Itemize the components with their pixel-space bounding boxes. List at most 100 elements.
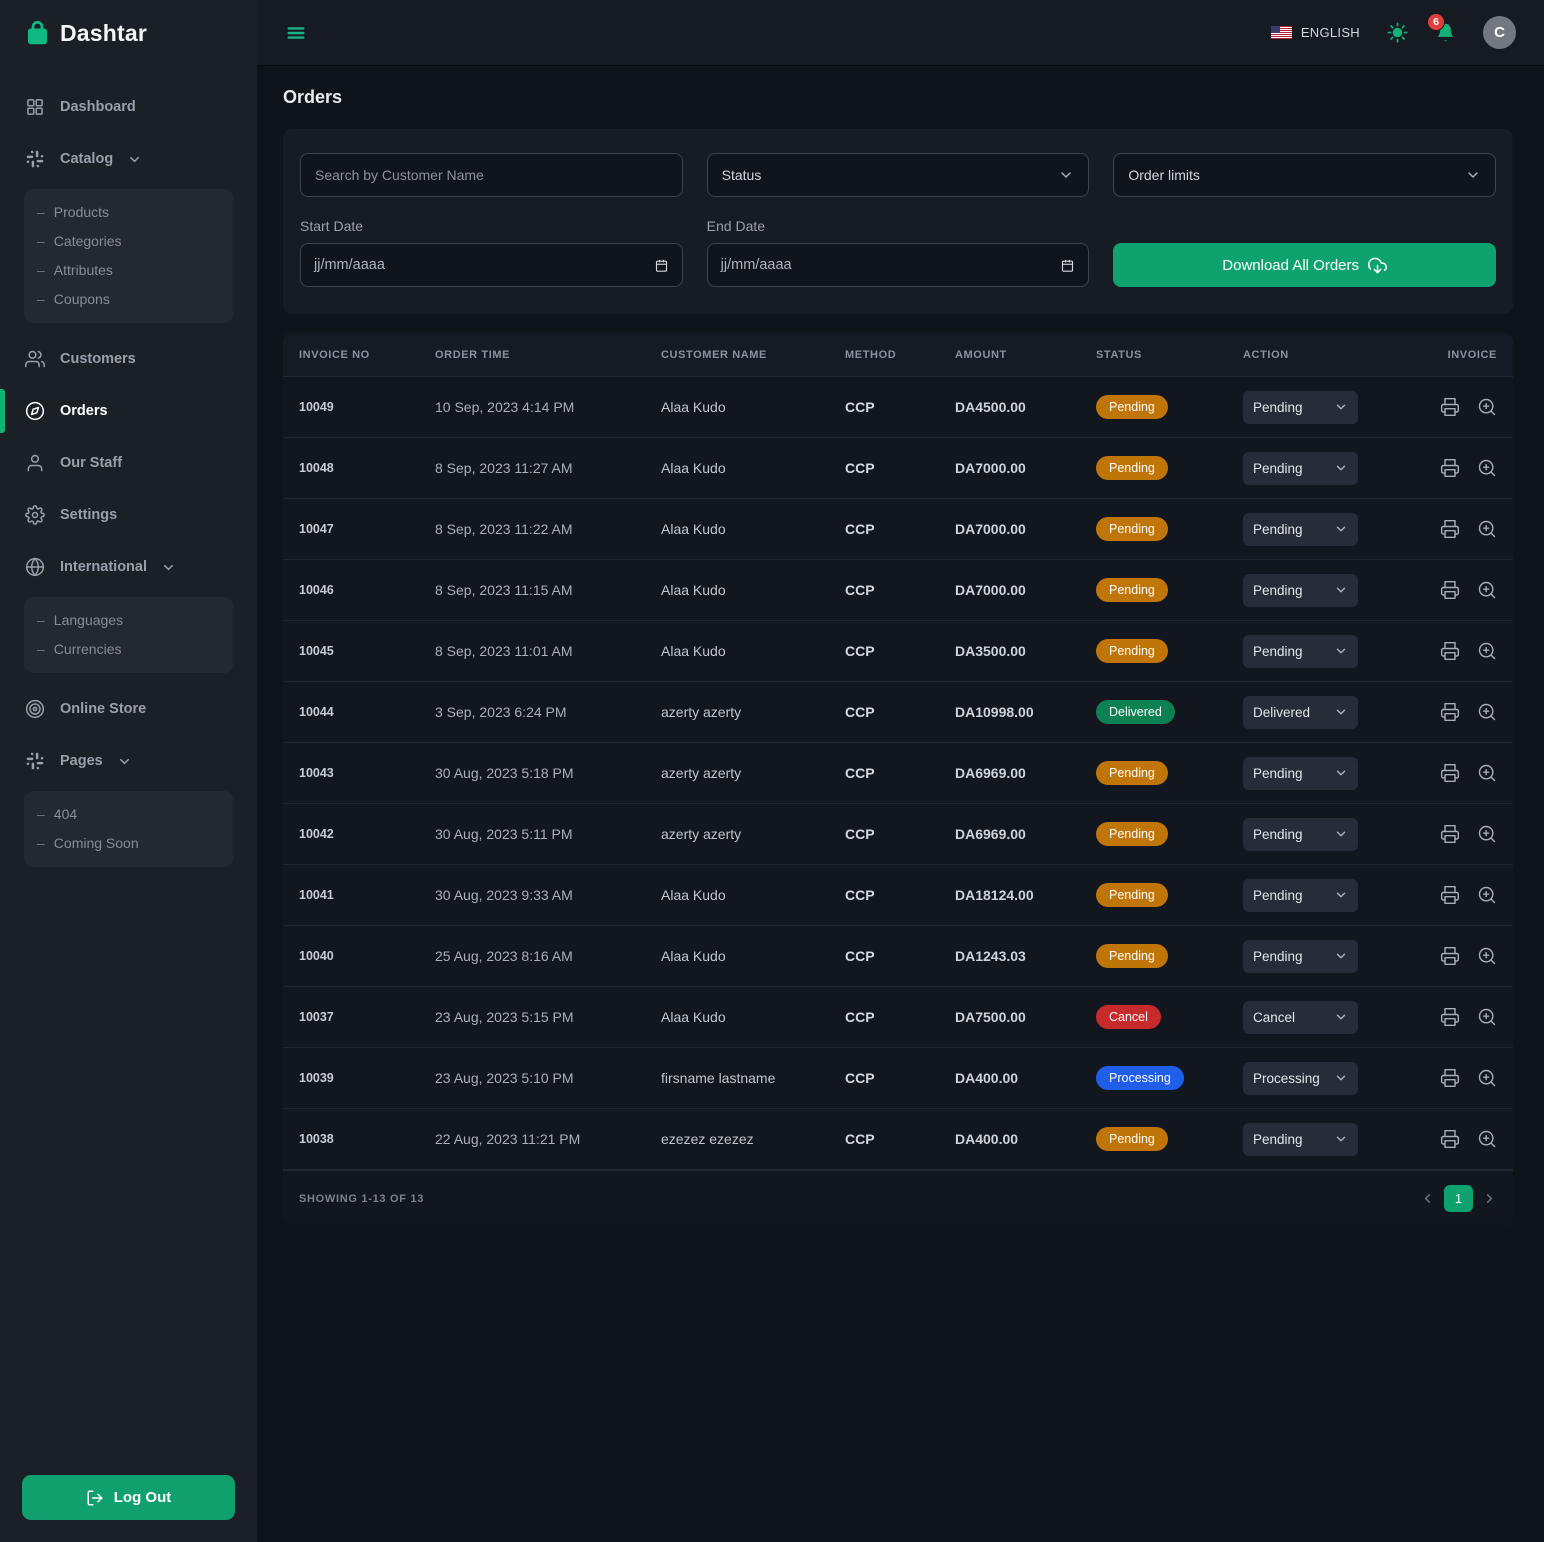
sidebar-item-our-staff[interactable]: Our Staff (0, 441, 257, 485)
sidebar-subitem-404[interactable]: –404 (24, 799, 233, 828)
next-page-chevron-icon[interactable] (1482, 1191, 1497, 1206)
app-logo[interactable]: Dashtar (0, 0, 257, 47)
sidebar-subitem-coupons[interactable]: –Coupons (24, 284, 233, 313)
view-invoice-zoom-icon[interactable] (1477, 946, 1497, 966)
order-status-select[interactable]: Pending (1243, 391, 1358, 424)
sidebar-item-pages[interactable]: Pages (0, 739, 257, 783)
order-status-select[interactable]: Cancel (1243, 1001, 1358, 1034)
method-cell: CCP (845, 826, 955, 842)
sidebar-subitem-coming-soon[interactable]: –Coming Soon (24, 828, 233, 857)
print-invoice-icon[interactable] (1440, 885, 1460, 905)
order-status-select[interactable]: Pending (1243, 940, 1358, 973)
status-filter-select[interactable]: Status (707, 153, 1090, 197)
sidebar-item-orders[interactable]: Orders (0, 389, 257, 433)
print-invoice-icon[interactable] (1440, 580, 1460, 600)
print-invoice-icon[interactable] (1440, 763, 1460, 783)
status-badge: Pending (1096, 883, 1168, 907)
start-date-label: Start Date (300, 218, 683, 234)
order-status-select[interactable]: Pending (1243, 879, 1358, 912)
view-invoice-zoom-icon[interactable] (1477, 1129, 1497, 1149)
sidebar-submenu-pages: –404–Coming Soon (24, 791, 233, 867)
pagination: 1 (1420, 1185, 1497, 1212)
download-button-label: Download All Orders (1222, 257, 1359, 274)
order-status-select[interactable]: Pending (1243, 818, 1358, 851)
chevron-down-icon (161, 560, 176, 575)
view-invoice-zoom-icon[interactable] (1477, 458, 1497, 478)
customers-icon (25, 349, 45, 369)
sidebar-subitem-currencies[interactable]: –Currencies (24, 634, 233, 663)
order-row-10046: 10046 8 Sep, 2023 11:15 AM Alaa Kudo CCP… (283, 560, 1513, 621)
customer-name-cell: azerty azerty (661, 826, 845, 842)
print-invoice-icon[interactable] (1440, 1068, 1460, 1088)
end-date-input[interactable]: jj/mm/aaaa (707, 243, 1090, 287)
order-status-select[interactable]: Pending (1243, 513, 1358, 546)
column-header-customer-name: Customer Name (661, 349, 845, 361)
sidebar-subitem-categories[interactable]: –Categories (24, 226, 233, 255)
order-status-value: Processing (1253, 1071, 1320, 1086)
view-invoice-zoom-icon[interactable] (1477, 885, 1497, 905)
sidebar-item-international[interactable]: International (0, 545, 257, 589)
gear-icon (25, 505, 45, 525)
print-invoice-icon[interactable] (1440, 1129, 1460, 1149)
user-avatar[interactable]: C (1483, 16, 1516, 49)
sidebar-item-customers[interactable]: Customers (0, 337, 257, 381)
view-invoice-zoom-icon[interactable] (1477, 519, 1497, 539)
view-invoice-zoom-icon[interactable] (1477, 641, 1497, 661)
view-invoice-zoom-icon[interactable] (1477, 1068, 1497, 1088)
method-cell: CCP (845, 521, 955, 537)
sidebar-item-settings[interactable]: Settings (0, 493, 257, 537)
amount-cell: DA7000.00 (955, 582, 1096, 598)
search-input[interactable] (300, 153, 683, 197)
theme-sun-icon[interactable] (1387, 22, 1408, 43)
sidebar-item-label: Dashboard (60, 99, 136, 115)
order-status-select[interactable]: Pending (1243, 574, 1358, 607)
sidebar-subitem-attributes[interactable]: –Attributes (24, 255, 233, 284)
table-body: 10049 10 Sep, 2023 4:14 PM Alaa Kudo CCP… (283, 377, 1513, 1170)
end-date-placeholder: jj/mm/aaaa (721, 257, 792, 273)
sidebar-submenu-international: –Languages–Currencies (24, 597, 233, 673)
sidebar-subitem-products[interactable]: –Products (24, 197, 233, 226)
order-status-select[interactable]: Pending (1243, 757, 1358, 790)
print-invoice-icon[interactable] (1440, 641, 1460, 661)
print-invoice-icon[interactable] (1440, 458, 1460, 478)
order-status-select[interactable]: Processing (1243, 1062, 1358, 1095)
order-limits-select[interactable]: Order limits (1113, 153, 1496, 197)
view-invoice-zoom-icon[interactable] (1477, 1007, 1497, 1027)
language-selector[interactable]: ENGLISH (1271, 25, 1360, 40)
sidebar-item-online-store[interactable]: Online Store (0, 687, 257, 731)
menu-hamburger-icon[interactable] (285, 22, 307, 44)
dash-bullet: – (37, 262, 45, 278)
order-time-cell: 30 Aug, 2023 5:11 PM (435, 826, 661, 842)
view-invoice-zoom-icon[interactable] (1477, 763, 1497, 783)
print-invoice-icon[interactable] (1440, 1007, 1460, 1027)
order-status-select[interactable]: Pending (1243, 1123, 1358, 1156)
view-invoice-zoom-icon[interactable] (1477, 397, 1497, 417)
sidebar-item-label: Pages (60, 753, 103, 769)
print-invoice-icon[interactable] (1440, 702, 1460, 722)
page-1-button[interactable]: 1 (1444, 1185, 1473, 1212)
chevron-down-icon (1334, 766, 1348, 780)
previous-page-chevron-icon[interactable] (1420, 1191, 1435, 1206)
logout-button[interactable]: Log Out (22, 1475, 235, 1520)
order-status-select[interactable]: Pending (1243, 452, 1358, 485)
order-status-select[interactable]: Pending (1243, 635, 1358, 668)
print-invoice-icon[interactable] (1440, 946, 1460, 966)
notifications-bell-icon[interactable]: 6 (1435, 22, 1456, 43)
sidebar-item-dashboard[interactable]: Dashboard (0, 85, 257, 129)
amount-cell: DA400.00 (955, 1131, 1096, 1147)
view-invoice-zoom-icon[interactable] (1477, 824, 1497, 844)
sidebar-item-catalog[interactable]: Catalog (0, 137, 257, 181)
order-status-select[interactable]: Delivered (1243, 696, 1358, 729)
download-all-orders-button[interactable]: Download All Orders (1113, 243, 1496, 287)
print-invoice-icon[interactable] (1440, 397, 1460, 417)
sidebar-item-label: Online Store (60, 701, 146, 717)
start-date-input[interactable]: jj/mm/aaaa (300, 243, 683, 287)
view-invoice-zoom-icon[interactable] (1477, 580, 1497, 600)
print-invoice-icon[interactable] (1440, 824, 1460, 844)
dash-bullet: – (37, 806, 45, 822)
print-invoice-icon[interactable] (1440, 519, 1460, 539)
orders-compass-icon (25, 401, 45, 421)
sidebar-subitem-languages[interactable]: –Languages (24, 605, 233, 634)
status-badge: Pending (1096, 944, 1168, 968)
view-invoice-zoom-icon[interactable] (1477, 702, 1497, 722)
